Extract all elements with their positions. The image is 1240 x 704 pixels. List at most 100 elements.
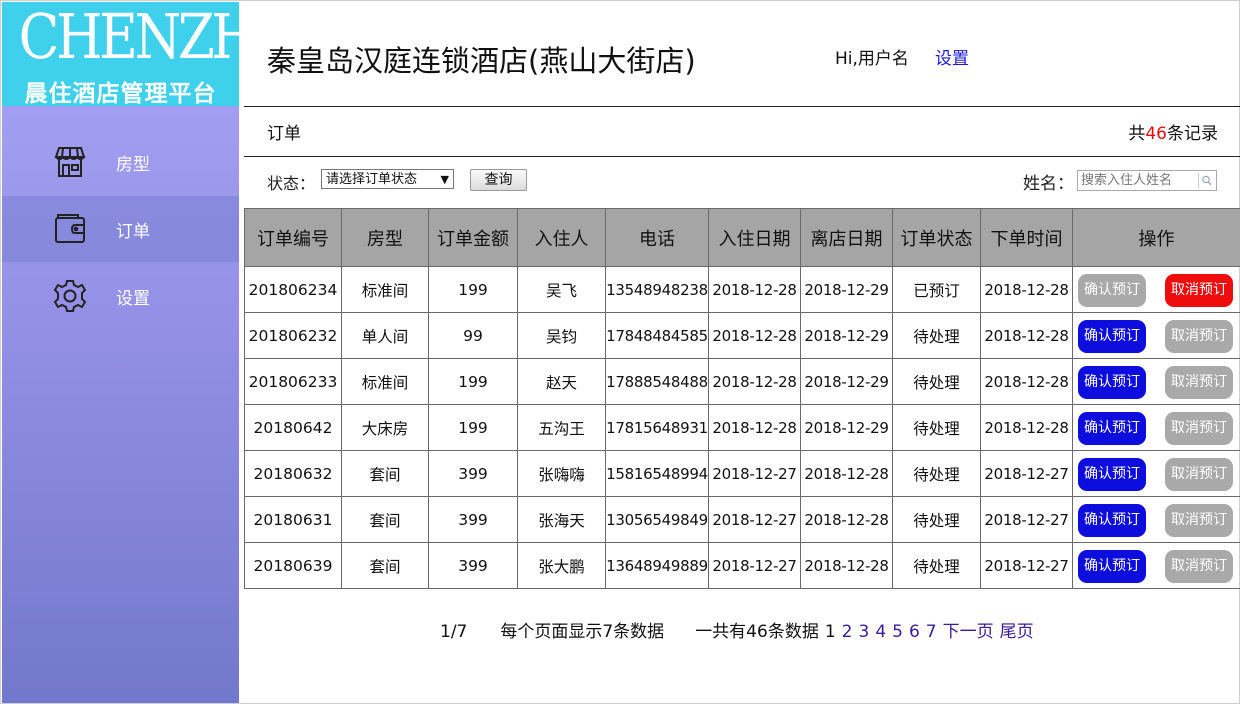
- order-status: 待处理: [892, 450, 981, 497]
- checkout-date: 2018-12-29: [800, 266, 893, 313]
- order-id: 201806234: [244, 266, 342, 313]
- column-header: 离店日期: [800, 208, 893, 267]
- row-actions: 确认预订 取消预订: [1072, 358, 1240, 405]
- settings-link[interactable]: 设置: [935, 44, 969, 69]
- section-divider: [244, 156, 1240, 157]
- cancel-booking-button[interactable]: 取消预订: [1165, 412, 1233, 445]
- order-status: 已预订: [892, 266, 981, 313]
- wallet-icon: [55, 214, 85, 243]
- room-type: 单人间: [341, 312, 429, 359]
- next-page-link[interactable]: 下一页: [943, 617, 994, 642]
- checkout-date: 2018-12-28: [800, 496, 893, 543]
- order-time: 2018-12-27: [980, 542, 1073, 589]
- search-icon[interactable]: [1198, 173, 1214, 188]
- order-id: 20180632: [244, 450, 342, 497]
- order-id: 201806233: [244, 358, 342, 405]
- logo: CHENZHU 晨住酒店管理平台: [2, 2, 239, 106]
- record-count-suffix: 条记录: [1167, 124, 1218, 144]
- guest-phone: 13056549849: [605, 496, 709, 543]
- checkin-date: 2018-12-28: [708, 312, 801, 359]
- guest-name: 吴飞: [517, 266, 606, 313]
- column-header: 入住日期: [708, 208, 801, 267]
- guest-name: 张大鹏: [517, 542, 606, 589]
- order-time: 2018-12-28: [980, 312, 1073, 359]
- cancel-booking-button[interactable]: 取消预订: [1165, 320, 1233, 353]
- page-link-2[interactable]: 2: [842, 622, 853, 642]
- name-search-placeholder: 搜索入住人姓名: [1081, 173, 1173, 188]
- row-actions: 确认预订 取消预订: [1072, 496, 1240, 543]
- sidebar-item-orders[interactable]: 订单: [2, 196, 239, 262]
- guest-phone: 13648949889: [605, 542, 709, 589]
- column-header: 入住人: [517, 208, 606, 267]
- confirm-booking-button[interactable]: 确认预订: [1078, 412, 1146, 445]
- order-amount: 199: [428, 266, 518, 313]
- dropdown-arrow-icon: ▼: [440, 173, 449, 186]
- column-header: 电话: [605, 208, 709, 267]
- checkin-date: 2018-12-27: [708, 542, 801, 589]
- guest-name: 张海天: [517, 496, 606, 543]
- order-status: 待处理: [892, 404, 981, 451]
- order-amount: 399: [428, 496, 518, 543]
- checkout-date: 2018-12-29: [800, 358, 893, 405]
- last-page-link[interactable]: 尾页: [1000, 617, 1034, 642]
- confirm-booking-button[interactable]: 确认预订: [1078, 458, 1146, 491]
- order-id: 201806232: [244, 312, 342, 359]
- sidebar-item-label: 房型: [116, 154, 150, 175]
- confirm-booking-button[interactable]: 确认预订: [1078, 274, 1146, 307]
- checkin-date: 2018-12-27: [708, 496, 801, 543]
- status-select-value: 请选择订单状态: [326, 172, 418, 187]
- table-row: 20180632 套间 399 张嗨嗨 15816548994 2018-12-…: [244, 450, 1240, 497]
- checkin-date: 2018-12-28: [708, 266, 801, 313]
- cancel-booking-button[interactable]: 取消预订: [1165, 366, 1233, 399]
- table-row: 201806233 标准间 199 赵天 17888548488 2018-12…: [244, 358, 1240, 405]
- pagination: 1/7 每个页面显示7条数据 一共有46条数据 1 2 3 4 5 6 7 下一页 尾页: [440, 617, 1034, 642]
- cancel-booking-button[interactable]: 取消预订: [1165, 550, 1233, 583]
- cancel-booking-button[interactable]: 取消预订: [1165, 458, 1233, 491]
- sidebar-item-label: 设置: [116, 288, 150, 309]
- logo-brand: CHENZHU: [18, 2, 239, 73]
- order-amount: 199: [428, 404, 518, 451]
- logo-tagline: 晨住酒店管理平台: [24, 81, 217, 106]
- order-time: 2018-12-27: [980, 496, 1073, 543]
- confirm-booking-button[interactable]: 确认预订: [1078, 366, 1146, 399]
- guest-phone: 13548948238: [605, 266, 709, 313]
- row-actions: 确认预订 取消预订: [1072, 450, 1240, 497]
- sidebar-item-room-types[interactable]: 房型: [2, 129, 239, 195]
- table-row: 201806232 单人间 99 吴钧 17848484585 2018-12-…: [244, 312, 1240, 359]
- row-actions: 确认预订 取消预订: [1072, 312, 1240, 359]
- sidebar-item-settings[interactable]: 设置: [2, 263, 239, 329]
- order-amount: 399: [428, 542, 518, 589]
- checkin-date: 2018-12-28: [708, 358, 801, 405]
- guest-name: 五沟王: [517, 404, 606, 451]
- table-header-row: 订单编号 房型 订单金额 入住人 电话 入住日期 离店日期 订单状态 下单时间 …: [244, 208, 1240, 267]
- guest-name: 吴钧: [517, 312, 606, 359]
- table-row: 20180631 套间 399 张海天 13056549849 2018-12-…: [244, 496, 1240, 543]
- page-link-4[interactable]: 4: [875, 622, 886, 642]
- cancel-booking-button[interactable]: 取消预订: [1165, 504, 1233, 537]
- row-actions: 确认预订 取消预订: [1072, 266, 1240, 313]
- order-amount: 99: [428, 312, 518, 359]
- page-link-7[interactable]: 7: [926, 622, 937, 642]
- confirm-booking-button[interactable]: 确认预订: [1078, 320, 1146, 353]
- order-status: 待处理: [892, 358, 981, 405]
- total-count-text: 一共有46条数据: [695, 622, 819, 642]
- per-page-text: 每个页面显示7条数据: [500, 622, 665, 642]
- page-link-5[interactable]: 5: [892, 622, 903, 642]
- cancel-booking-button[interactable]: 取消预订: [1165, 274, 1233, 307]
- guest-name: 张嗨嗨: [517, 450, 606, 497]
- confirm-booking-button[interactable]: 确认预订: [1078, 504, 1146, 537]
- confirm-booking-button[interactable]: 确认预订: [1078, 550, 1146, 583]
- status-select[interactable]: 请选择订单状态 ▼: [321, 169, 454, 189]
- page-link-6[interactable]: 6: [909, 622, 920, 642]
- header-divider: [244, 106, 1240, 107]
- gear-icon: [53, 280, 87, 312]
- guest-phone: 17848484585: [605, 312, 709, 359]
- query-button[interactable]: 查询: [470, 169, 527, 191]
- name-search-input[interactable]: 搜索入住人姓名: [1077, 170, 1217, 191]
- status-filter-label: 状态：: [267, 174, 316, 193]
- record-count-value: 46: [1145, 124, 1167, 144]
- room-type: 标准间: [341, 266, 429, 313]
- page-link-3[interactable]: 3: [858, 622, 869, 642]
- record-count: 共46条记录: [1128, 119, 1218, 144]
- order-status: 待处理: [892, 496, 981, 543]
